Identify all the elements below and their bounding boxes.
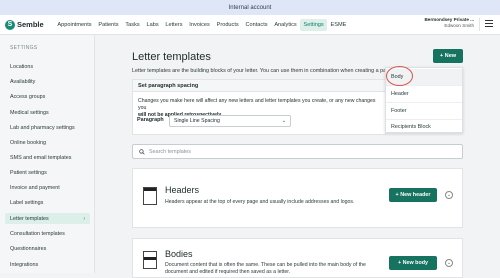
sidebar-item-integrations[interactable]: Integrations <box>5 259 90 270</box>
paragraph-spacing-text-plain: Changes you make here will affect any ne… <box>138 98 376 111</box>
dropdown-item-footer[interactable]: Footer <box>386 103 462 119</box>
main-content: Letter templates Letter templates are th… <box>96 35 500 278</box>
nav-analytics[interactable]: Analytics <box>271 19 300 31</box>
chevron-down-icon[interactable]: ⌄ <box>445 191 453 199</box>
nav-patients[interactable]: Patients <box>95 19 122 31</box>
sidebar-item-label-settings[interactable]: Label settings <box>5 197 90 208</box>
search-icon <box>139 148 145 155</box>
nav-tasks[interactable]: Tasks <box>122 19 143 31</box>
sidebar-item-sms-email[interactable]: SMS and email templates <box>5 152 90 163</box>
new-header-button[interactable]: + New header <box>389 188 437 202</box>
banner-text: Internal account <box>228 4 272 11</box>
sidebar-item-questionnaires[interactable]: Questionnaires <box>5 243 90 254</box>
chevron-down-icon[interactable]: ⌄ <box>445 259 453 267</box>
dropdown-item-header[interactable]: Header <box>386 86 462 102</box>
headers-title: Headers <box>165 185 200 195</box>
sidebar-item-label: Letter templates <box>10 215 49 222</box>
header-divider <box>479 18 480 31</box>
nav-labs[interactable]: Labs <box>143 19 162 31</box>
header-template-icon <box>143 187 157 205</box>
logo-icon: S <box>5 19 15 30</box>
body-template-icon <box>143 251 157 269</box>
new-template-button[interactable]: + New <box>433 49 463 63</box>
nav-contacts[interactable]: Contacts <box>242 19 271 31</box>
account-switcher[interactable]: Bermondsey Private ... Edwoon Smith <box>424 17 474 29</box>
paragraph-spacing-value: Single Line Spacing <box>174 118 220 124</box>
top-navigation: S Semble Appointments Patients Tasks Lab… <box>0 15 500 35</box>
sidebar-item-consultation-templates[interactable]: Consultation templates <box>5 228 90 239</box>
account-user: Edwoon Smith <box>444 23 474 28</box>
chevron-right-icon: › <box>83 215 85 222</box>
headers-description: Headers appear at the top of every page … <box>165 199 355 205</box>
intro-text: Letter templates are the building blocks… <box>132 68 392 74</box>
menu-icon[interactable] <box>485 20 493 28</box>
nav-products[interactable]: Products <box>213 19 242 31</box>
paragraph-label: Paragraph <box>137 117 164 123</box>
logo-text: Semble <box>17 20 44 29</box>
dropdown-item-recipients-block[interactable]: Recipients Block <box>386 119 462 135</box>
sidebar-item-medical-settings[interactable]: Medical settings <box>5 107 90 118</box>
nav-invoices[interactable]: Invoices <box>186 19 213 31</box>
paragraph-spacing-heading: Set paragraph spacing <box>133 80 385 92</box>
search-placeholder: Search templates <box>149 148 191 155</box>
sidebar-item-letter-templates[interactable]: Letter templates › <box>5 213 90 224</box>
sidebar-item-lab-pharmacy[interactable]: Lab and pharmacy settings <box>5 122 90 133</box>
nav-letters[interactable]: Letters <box>162 19 186 31</box>
paragraph-spacing-select[interactable]: Single Line Spacing ⌄ <box>169 115 291 127</box>
settings-sidebar: SETTINGS Locations Availability Access g… <box>0 35 95 273</box>
bodies-description: Document content that is often the same.… <box>165 262 366 275</box>
logo[interactable]: S Semble <box>5 19 54 30</box>
sidebar-item-invoice-payment[interactable]: Invoice and payment <box>5 182 90 193</box>
bodies-title: Bodies <box>165 249 193 259</box>
highlight-circle <box>386 66 413 86</box>
sidebar-item-access-groups[interactable]: Access groups <box>5 91 90 102</box>
sidebar-item-availability[interactable]: Availability <box>5 76 90 87</box>
nav-appointments[interactable]: Appointments <box>54 19 95 31</box>
sidebar-item-online-booking[interactable]: Online booking <box>5 137 90 148</box>
nav-settings[interactable]: Settings <box>300 18 328 31</box>
page-title: Letter templates <box>132 51 211 63</box>
chevron-down-icon: ⌄ <box>281 118 286 124</box>
bodies-section: Bodies Document content that is often th… <box>132 238 463 278</box>
sidebar-item-locations[interactable]: Locations <box>5 61 90 72</box>
sidebar-item-patient-settings[interactable]: Patient settings <box>5 167 90 178</box>
sidebar-heading: SETTINGS <box>10 45 38 51</box>
new-body-button[interactable]: + New body <box>389 256 437 270</box>
internal-account-banner: Internal account <box>0 0 500 15</box>
nav-esme[interactable]: ESME <box>327 19 350 31</box>
headers-section: Headers Headers appear at the top of eve… <box>132 168 463 228</box>
main-nav: Appointments Patients Tasks Labs Letters… <box>54 18 350 31</box>
search-templates-input[interactable]: Search templates <box>132 144 463 159</box>
